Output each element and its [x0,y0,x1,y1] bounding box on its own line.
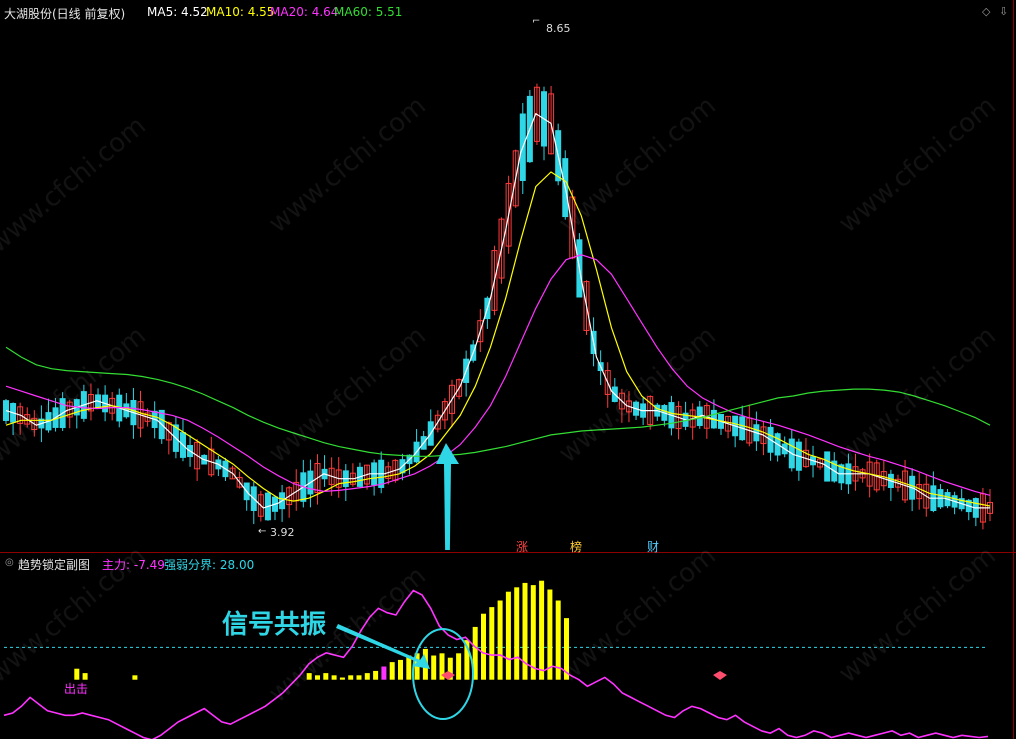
signal-bar [456,653,462,680]
signal-bar [323,673,329,680]
sub-chart-title[interactable]: 趋势锁定副图 [18,556,90,573]
signal-bar [315,675,320,680]
low-price-arrow: ← [258,526,267,537]
ma60-readout: MA60: 5.51 [334,5,403,19]
signal-bar [339,677,345,680]
ma-line-ma10 [5,171,991,507]
signal-bar [74,668,80,680]
right-border [1013,0,1014,739]
signal-bar [530,585,536,680]
main-chart-header: 大湖股份(日线 前复权) MA5: 4.52 MA10: 4.55 MA20: … [0,0,1016,22]
separator-line [0,552,1016,553]
circle-icon[interactable]: ◎ [5,557,14,568]
signal-bar [505,591,511,680]
signal-bar [514,587,520,680]
annotation-text: 信号共振 [222,610,327,640]
high-price-arrow: ⌐ [532,16,541,27]
gem-icon [713,671,727,680]
candlesticks [3,83,993,530]
main-price-chart [3,83,993,550]
qiangruo-readout: 强弱分界: 28.00 [164,558,255,572]
ma-line-ma5 [5,112,990,509]
signal-bar [389,662,395,680]
signal-bar [82,673,88,680]
signal-bar [381,666,387,680]
signal-bar [497,600,503,680]
signal-bar [539,580,545,680]
zhuli-readout: 主力: -7.49 [102,558,165,572]
up-arrow-icon [436,443,459,550]
event-tag-bang[interactable]: 榜 [570,538,582,555]
ma5-readout: MA5: 4.52 [147,5,208,19]
signal-bar [481,613,486,680]
signal-bar [356,675,362,680]
ma10-readout: MA10: 4.55 [206,5,275,19]
signal-bar [348,675,354,680]
signal-bar [306,673,312,680]
sub-chart-header: ◎ 趋势锁定副图 主力: -7.49 强弱分界: 28.00 [0,554,1016,572]
signal-bar [398,659,403,680]
event-tag-zhang[interactable]: 涨 [516,538,528,555]
signal-bar [132,675,138,680]
signal-bar [373,670,379,680]
signal-bar [489,607,495,680]
sub-indicator-chart [3,580,989,739]
signal-bar [522,582,528,680]
event-tag-cai[interactable]: 财 [647,538,659,555]
signal-bar [431,655,437,680]
stock-title[interactable]: 大湖股份(日线 前复权) [4,5,125,22]
signal-bar [364,673,370,680]
ma-line-ma20 [5,254,991,496]
ma20-readout: MA20: 4.64 [270,5,339,19]
arrow-down-icon[interactable]: ⇩ [999,5,1008,18]
zhuli-line [3,589,989,739]
signal-bar [331,675,337,680]
chuji-tag: 出击 [64,682,89,696]
low-price-label: 3.92 [270,526,295,539]
high-price-label: 8.65 [546,22,571,35]
diamond-icon[interactable]: ◇ [982,5,990,18]
ma-line-ma60 [5,346,991,457]
